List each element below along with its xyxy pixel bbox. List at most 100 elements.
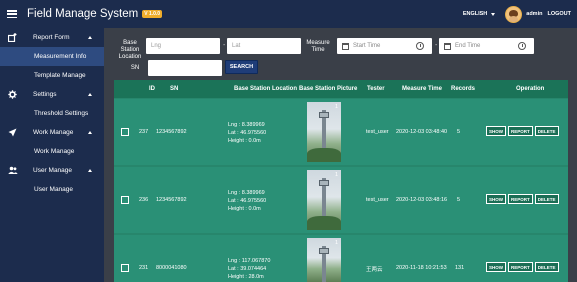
sn-label: SN: [130, 65, 140, 71]
row-id: 237: [139, 129, 149, 135]
col-operation: Operation: [516, 86, 545, 92]
filter-bar: Base Station Location Lng - Lat Measure …: [104, 28, 574, 82]
end-time-input[interactable]: End Time: [439, 38, 534, 54]
table-row: 231 8000041080 Lng : 117.067870 Lat : 39…: [114, 235, 568, 282]
base-station-picture[interactable]: 1: [307, 102, 341, 162]
col-measure-time: Measure Time: [402, 86, 442, 92]
row-measure-time: 2020-11-18 10:21:53: [396, 265, 447, 271]
row-height: Height : 28.0m: [228, 274, 264, 280]
row-measure-time: 2020-12-03 03:48:16: [396, 197, 448, 203]
row-location: Lng : 8.389969 Lat : 46.975560 Height : …: [228, 121, 266, 145]
clock-icon: [416, 42, 424, 50]
show-button[interactable]: SHOW: [486, 126, 506, 136]
version-badge: V 1.0.0: [142, 10, 163, 18]
sidebar-group-settings[interactable]: Settings: [0, 85, 104, 104]
row-tester: test_user: [366, 197, 389, 203]
row-checkbox[interactable]: [121, 264, 129, 272]
picture-count: 1: [334, 104, 338, 110]
main-content: Base Station Location Lng - Lat Measure …: [104, 28, 577, 282]
sidebar-item-threshold-settings[interactable]: Threshold Settings: [0, 104, 104, 123]
report-icon: [7, 33, 17, 43]
row-sn: 8000041080: [156, 265, 187, 271]
row-records: 5: [457, 197, 461, 203]
range-dash: -: [435, 42, 438, 49]
range-dash: -: [223, 42, 226, 49]
row-checkbox[interactable]: [121, 128, 129, 136]
chevron-down-icon: [491, 12, 496, 16]
sidebar: Report Form Measurement Info Template Ma…: [0, 28, 104, 282]
username: admin: [526, 11, 543, 17]
chevron-up-icon: [88, 131, 92, 134]
picture-count: 1: [334, 172, 338, 178]
sidebar-group-report-form[interactable]: Report Form: [0, 28, 104, 47]
report-button[interactable]: REPORT: [508, 126, 533, 136]
chevron-up-icon: [88, 36, 92, 39]
sidebar-item-work-manage[interactable]: Work Manage: [0, 142, 104, 161]
app-title: Field Manage System: [27, 8, 139, 20]
calendar-icon: [444, 42, 451, 50]
send-icon: [8, 128, 17, 137]
sidebar-group-label: Work Manage: [33, 129, 74, 136]
hamburger-menu-icon[interactable]: [7, 10, 17, 18]
sidebar-group-work-manage[interactable]: Work Manage: [0, 123, 104, 142]
language-selector[interactable]: ENGLISH: [463, 11, 496, 17]
picture-count: 1: [334, 240, 338, 246]
show-button[interactable]: SHOW: [486, 262, 506, 272]
col-sn: SN: [170, 86, 179, 92]
calendar-icon: [342, 42, 349, 50]
users-icon: [8, 166, 18, 175]
sidebar-group-label: Report Form: [33, 34, 70, 41]
delete-button[interactable]: DELETE: [534, 194, 559, 204]
table-header: ID SN Base Station Location Base Station…: [114, 80, 568, 98]
end-time-placeholder: End Time: [455, 43, 481, 49]
sidebar-item-measurement-info[interactable]: Measurement Info: [0, 47, 104, 66]
row-lng: Lng : 117.067870: [228, 258, 271, 264]
tower-antenna: [319, 248, 329, 254]
row-id: 231: [139, 265, 149, 271]
row-lat: Lat : 46.975560: [228, 198, 267, 204]
sidebar-group-user-manage[interactable]: User Manage: [0, 161, 104, 180]
row-id: 236: [139, 197, 149, 203]
sn-input[interactable]: [148, 60, 222, 76]
row-records: 5: [457, 129, 461, 135]
search-button[interactable]: SEARCH: [225, 60, 258, 74]
row-checkbox[interactable]: [121, 196, 129, 204]
show-button[interactable]: SHOW: [486, 194, 506, 204]
measurement-table: ID SN Base Station Location Base Station…: [114, 80, 568, 282]
clock-icon: [518, 42, 526, 50]
sidebar-item-template-manage[interactable]: Template Manage: [0, 66, 104, 85]
base-station-picture[interactable]: 1: [307, 238, 341, 282]
col-base-station-picture: Base Station Picture: [299, 86, 358, 92]
logout-button[interactable]: LOGOUT: [547, 11, 571, 17]
row-sn: 1234567892: [156, 129, 187, 135]
row-lng: Lng : 8.389969: [228, 190, 265, 196]
delete-button[interactable]: DELETE: [534, 262, 559, 272]
row-measure-time: 2020-12-03 03:48:40: [396, 129, 448, 135]
avatar[interactable]: [505, 5, 523, 23]
row-operations: SHOW REPORT DELETE: [486, 194, 561, 204]
row-location: Lng : 117.067870 Lat : 39.074464 Height …: [228, 257, 270, 281]
start-time-input[interactable]: Start Time: [337, 38, 432, 54]
chevron-up-icon: [88, 169, 92, 172]
report-button[interactable]: REPORT: [508, 194, 533, 204]
col-tester: Tester: [367, 86, 385, 92]
top-right-controls: ENGLISH admin LOGOUT: [463, 0, 571, 28]
base-station-picture[interactable]: 1: [307, 170, 341, 230]
row-lat: Lat : 39.074464: [228, 266, 267, 272]
table-row: 236 1234567892 Lng : 8.389969 Lat : 46.9…: [114, 167, 568, 233]
tower-antenna: [319, 180, 329, 186]
row-operations: SHOW REPORT DELETE: [486, 262, 561, 272]
row-location: Lng : 8.389969 Lat : 46.975560 Height : …: [228, 189, 266, 213]
start-time-placeholder: Start Time: [353, 43, 381, 49]
tower-antenna: [319, 112, 329, 118]
lat-input[interactable]: Lat: [227, 38, 301, 54]
row-lat: Lat : 46.975560: [228, 130, 267, 136]
col-base-station-location: Base Station Location: [234, 86, 298, 92]
row-height: Height : 0.0m: [228, 206, 261, 212]
sidebar-item-user-manage[interactable]: User Manage: [0, 180, 104, 199]
sidebar-group-label: User Manage: [33, 167, 73, 174]
delete-button[interactable]: DELETE: [534, 126, 559, 136]
report-button[interactable]: REPORT: [508, 262, 533, 272]
trees: [307, 148, 341, 162]
lng-input[interactable]: Lng: [146, 38, 220, 54]
